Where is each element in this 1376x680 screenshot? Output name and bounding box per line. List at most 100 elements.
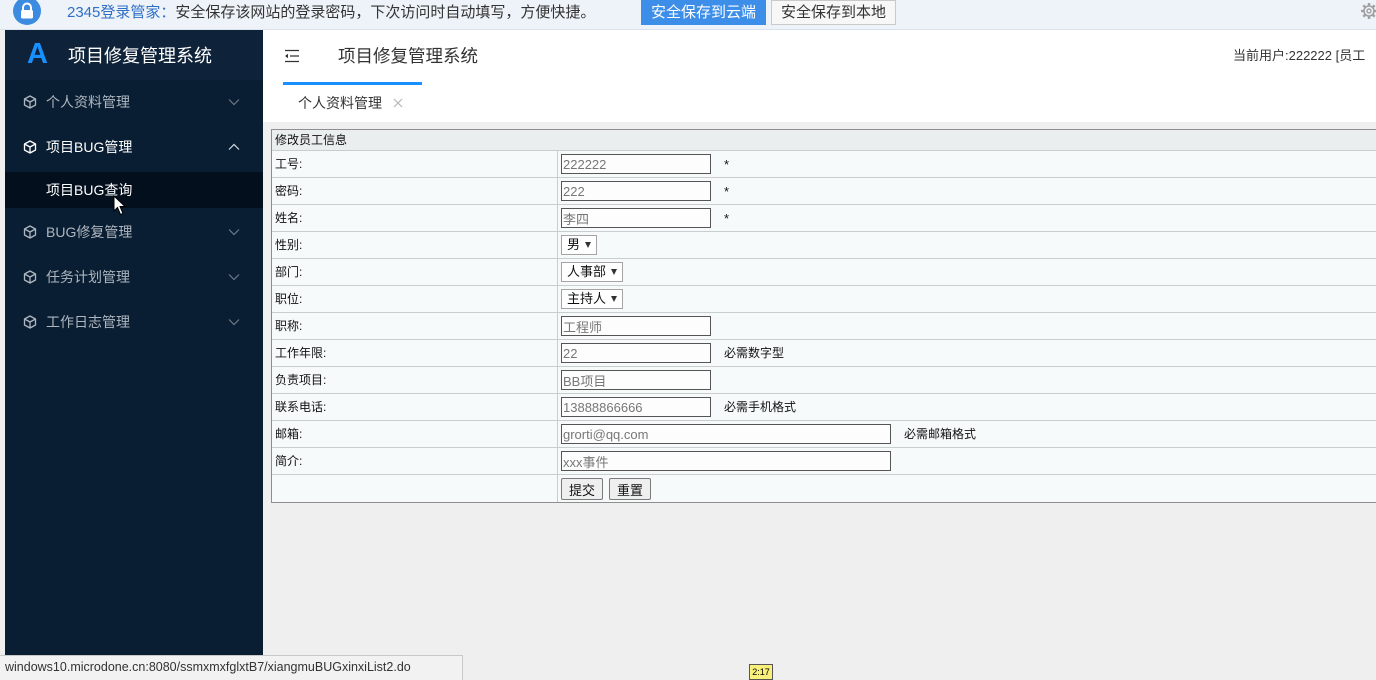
cube-icon — [23, 140, 37, 154]
field-value-cell: 必需数字型 — [558, 340, 1376, 366]
validation-hint: 必需邮箱格式 — [904, 427, 977, 441]
field-value-cell — [558, 313, 1376, 339]
field-label: 职称: — [272, 313, 558, 339]
required-mark: * — [724, 211, 730, 226]
close-icon[interactable] — [393, 98, 403, 108]
chevron-down-icon — [228, 319, 240, 326]
password-manager-text: 安全保存该网站的登录密码，下次访问时自动填写，方便快捷。 — [175, 4, 596, 21]
field-label: 工作年限: — [272, 340, 558, 366]
field-value-cell: * — [558, 205, 1376, 231]
reset-button[interactable]: 重置 — [609, 478, 651, 500]
form-row-department: 部门: 人事部 — [272, 259, 1376, 286]
phone-input[interactable] — [561, 397, 711, 417]
field-label: 工号: — [272, 151, 558, 177]
field-label: 部门: — [272, 259, 558, 285]
field-label: 职位: — [272, 286, 558, 312]
sidebar-item-label: 工作日志管理 — [46, 314, 130, 330]
field-value-cell: 必需邮箱格式 — [558, 421, 1376, 447]
form-row-position: 职位: 主持人 — [272, 286, 1376, 313]
form-row-work-years: 工作年限: 必需数字型 — [272, 340, 1376, 367]
field-label: 邮箱: — [272, 421, 558, 447]
status-bar-url: windows10.microdone.cn:8080/ssmxmxfglxtB… — [0, 655, 463, 680]
sidebar-item-work-log[interactable]: 工作日志管理 — [5, 300, 263, 345]
job-title-input[interactable] — [561, 316, 711, 336]
form-row-intro: 简介: — [272, 448, 1376, 475]
dropdown-arrow-icon — [611, 296, 617, 302]
dropdown-arrow-icon — [585, 242, 591, 248]
field-value-cell — [558, 367, 1376, 393]
password-input[interactable] — [561, 181, 711, 201]
selected-value: 主持人 — [567, 291, 607, 306]
app-title: 项目修复管理系统 — [68, 46, 212, 66]
chevron-down-icon — [228, 229, 240, 236]
chevron-down-icon — [228, 274, 240, 281]
field-value-cell: 必需手机格式 — [558, 394, 1376, 420]
field-value-cell: 人事部 — [558, 259, 1376, 285]
form-row-gender: 性别: 男 — [272, 232, 1376, 259]
submenu-project-bug: 项目BUG查询 — [5, 170, 263, 210]
intro-input[interactable] — [561, 451, 891, 471]
field-value-cell — [558, 448, 1376, 474]
position-select[interactable]: 主持人 — [561, 289, 623, 309]
dropdown-arrow-icon — [611, 269, 617, 275]
form-row-project: 负责项目: — [272, 367, 1376, 394]
form-caption: 修改员工信息 — [275, 133, 348, 147]
form-caption-row: 修改员工信息 — [272, 130, 1376, 151]
sidebar-header: A 项目修复管理系统 — [5, 30, 263, 80]
employee-id-input[interactable] — [561, 154, 711, 174]
department-select[interactable]: 人事部 — [561, 262, 623, 282]
field-value-cell: 主持人 — [558, 286, 1376, 312]
password-manager-message: 2345登录管家：安全保存该网站的登录密码，下次访问时自动填写，方便快捷。 — [67, 3, 595, 23]
email-input[interactable] — [561, 424, 891, 444]
sidebar-item-task-plan[interactable]: 任务计划管理 — [5, 255, 263, 300]
form-row-password: 密码: * — [272, 178, 1376, 205]
field-label-empty — [272, 475, 558, 502]
sidebar-item-label: 项目BUG管理 — [46, 139, 133, 155]
cube-icon — [23, 95, 37, 109]
field-label: 性别: — [272, 232, 558, 258]
mouse-cursor — [113, 195, 127, 216]
sidebar-item-project-bug[interactable]: 项目BUG管理 — [5, 125, 263, 170]
tab-label: 个人资料管理 — [298, 95, 382, 111]
tab-personal-info[interactable]: 个人资料管理 — [283, 82, 422, 122]
save-to-local-button[interactable]: 安全保存到本地 — [771, 0, 896, 25]
name-input[interactable] — [561, 208, 711, 228]
project-input[interactable] — [561, 370, 711, 390]
field-label: 简介: — [272, 448, 558, 474]
selected-value: 人事部 — [567, 264, 607, 279]
work-years-input[interactable] — [561, 343, 711, 363]
gear-icon[interactable] — [1360, 1, 1376, 21]
sidebar-subitem-bug-query[interactable]: 项目BUG查询 — [5, 172, 263, 208]
validation-hint: 必需手机格式 — [724, 400, 797, 414]
sidebar-item-personal-info[interactable]: 个人资料管理 — [5, 80, 263, 125]
form-row-actions: 提交 重置 — [272, 475, 1376, 502]
video-timestamp: 2:17 — [749, 664, 773, 680]
field-value-cell: * — [558, 151, 1376, 177]
current-user-info: 当前用户:222222 [员工 — [1233, 48, 1366, 63]
sidebar-item-label: 任务计划管理 — [46, 269, 130, 285]
field-label: 姓名: — [272, 205, 558, 231]
field-value-cell: 男 — [558, 232, 1376, 258]
form-row-email: 邮箱: 必需邮箱格式 — [272, 421, 1376, 448]
form-row-employee-id: 工号: * — [272, 151, 1376, 178]
page-title: 项目修复管理系统 — [338, 46, 478, 66]
field-label: 联系电话: — [272, 394, 558, 420]
edit-employee-form: 修改员工信息 工号: * 密码: * 姓名: * 性别: 男 部门: — [271, 129, 1376, 503]
selected-value: 男 — [567, 237, 581, 252]
form-row-phone: 联系电话: 必需手机格式 — [272, 394, 1376, 421]
sidebar-item-label: BUG修复管理 — [46, 224, 133, 240]
cube-icon — [23, 225, 37, 239]
sidebar-item-bug-fix[interactable]: BUG修复管理 — [5, 210, 263, 255]
cube-icon — [23, 270, 37, 284]
save-to-cloud-button[interactable]: 安全保存到云端 — [641, 0, 766, 25]
form-row-name: 姓名: * — [272, 205, 1376, 232]
gender-select[interactable]: 男 — [561, 235, 597, 255]
required-mark: * — [724, 157, 730, 172]
password-manager-brand: 2345登录管家： — [67, 4, 176, 21]
field-label: 负责项目: — [272, 367, 558, 393]
menu-fold-icon[interactable] — [284, 49, 300, 63]
submit-button[interactable]: 提交 — [561, 478, 603, 500]
validation-hint: 必需数字型 — [724, 346, 785, 360]
app-logo[interactable]: A — [27, 39, 48, 69]
form-row-title: 职称: — [272, 313, 1376, 340]
